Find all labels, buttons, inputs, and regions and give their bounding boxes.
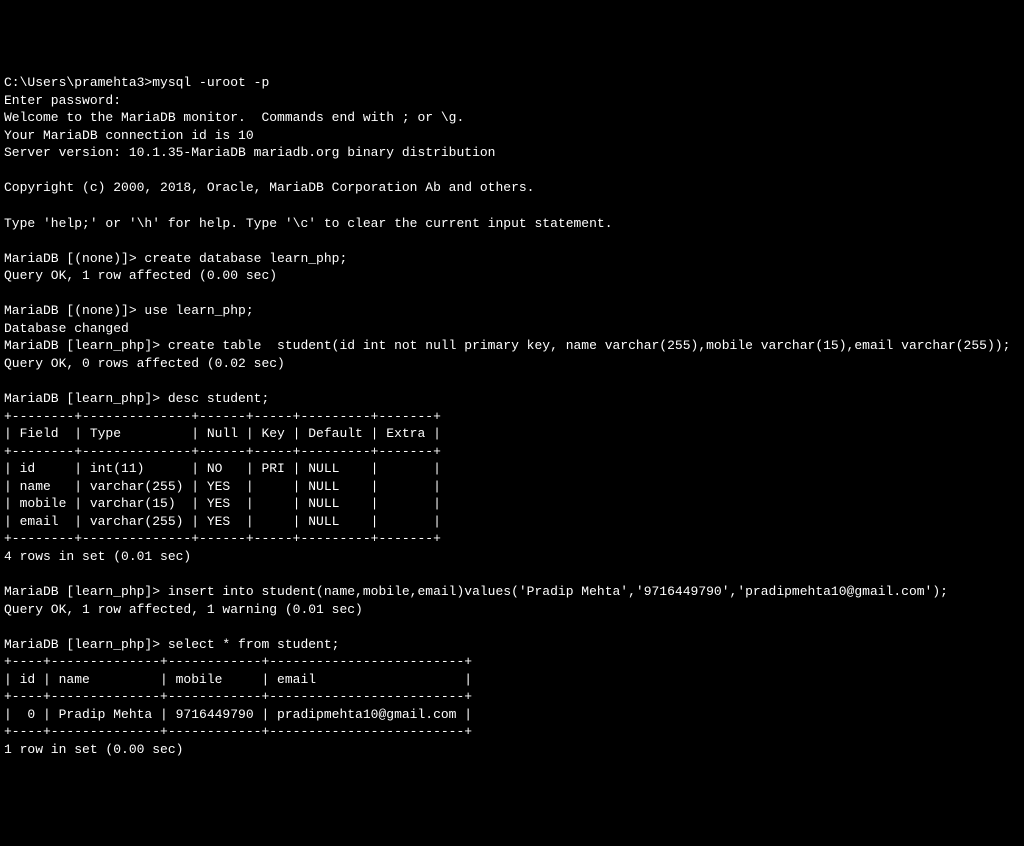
terminal-line: | 0 | Pradip Mehta | 9716449790 | pradip… xyxy=(4,707,472,722)
terminal-line: | email | varchar(255) | YES | | NULL | … xyxy=(4,514,441,529)
terminal-line: +--------+--------------+------+-----+--… xyxy=(4,444,441,459)
terminal-line: Query OK, 1 row affected (0.00 sec) xyxy=(4,268,277,283)
terminal-line: Database changed xyxy=(4,321,129,336)
terminal-line: Your MariaDB connection id is 10 xyxy=(4,128,254,143)
terminal-line: +--------+--------------+------+-----+--… xyxy=(4,409,441,424)
terminal-line: | mobile | varchar(15) | YES | | NULL | … xyxy=(4,496,441,511)
terminal-output[interactable]: C:\Users\pramehta3>mysql -uroot -p Enter… xyxy=(4,74,1020,758)
terminal-line: Server version: 10.1.35-MariaDB mariadb.… xyxy=(4,145,495,160)
terminal-line: MariaDB [learn_php]> desc student; xyxy=(4,391,269,406)
terminal-line: | name | varchar(255) | YES | | NULL | | xyxy=(4,479,441,494)
terminal-line: +----+--------------+------------+------… xyxy=(4,724,472,739)
terminal-line: | Field | Type | Null | Key | Default | … xyxy=(4,426,441,441)
terminal-line: MariaDB [(none)]> use learn_php; xyxy=(4,303,254,318)
terminal-line: Copyright (c) 2000, 2018, Oracle, MariaD… xyxy=(4,180,535,195)
terminal-line: C:\Users\pramehta3>mysql -uroot -p xyxy=(4,75,269,90)
terminal-line: Welcome to the MariaDB monitor. Commands… xyxy=(4,110,464,125)
terminal-line: | id | int(11) | NO | PRI | NULL | | xyxy=(4,461,441,476)
terminal-line: MariaDB [learn_php]> select * from stude… xyxy=(4,637,339,652)
terminal-line: MariaDB [(none)]> create database learn_… xyxy=(4,251,347,266)
terminal-line: Enter password: xyxy=(4,93,121,108)
terminal-line: | id | name | mobile | email | xyxy=(4,672,472,687)
terminal-line: 4 rows in set (0.01 sec) xyxy=(4,549,191,564)
terminal-line: MariaDB [learn_php]> insert into student… xyxy=(4,584,948,599)
terminal-line: Query OK, 1 row affected, 1 warning (0.0… xyxy=(4,602,363,617)
terminal-line: Query OK, 0 rows affected (0.02 sec) xyxy=(4,356,285,371)
terminal-line: +--------+--------------+------+-----+--… xyxy=(4,531,441,546)
terminal-line: +----+--------------+------------+------… xyxy=(4,654,472,669)
terminal-line: MariaDB [learn_php]> create table studen… xyxy=(4,338,1010,353)
terminal-line: 1 row in set (0.00 sec) xyxy=(4,742,183,757)
terminal-line: Type 'help;' or '\h' for help. Type '\c'… xyxy=(4,216,613,231)
